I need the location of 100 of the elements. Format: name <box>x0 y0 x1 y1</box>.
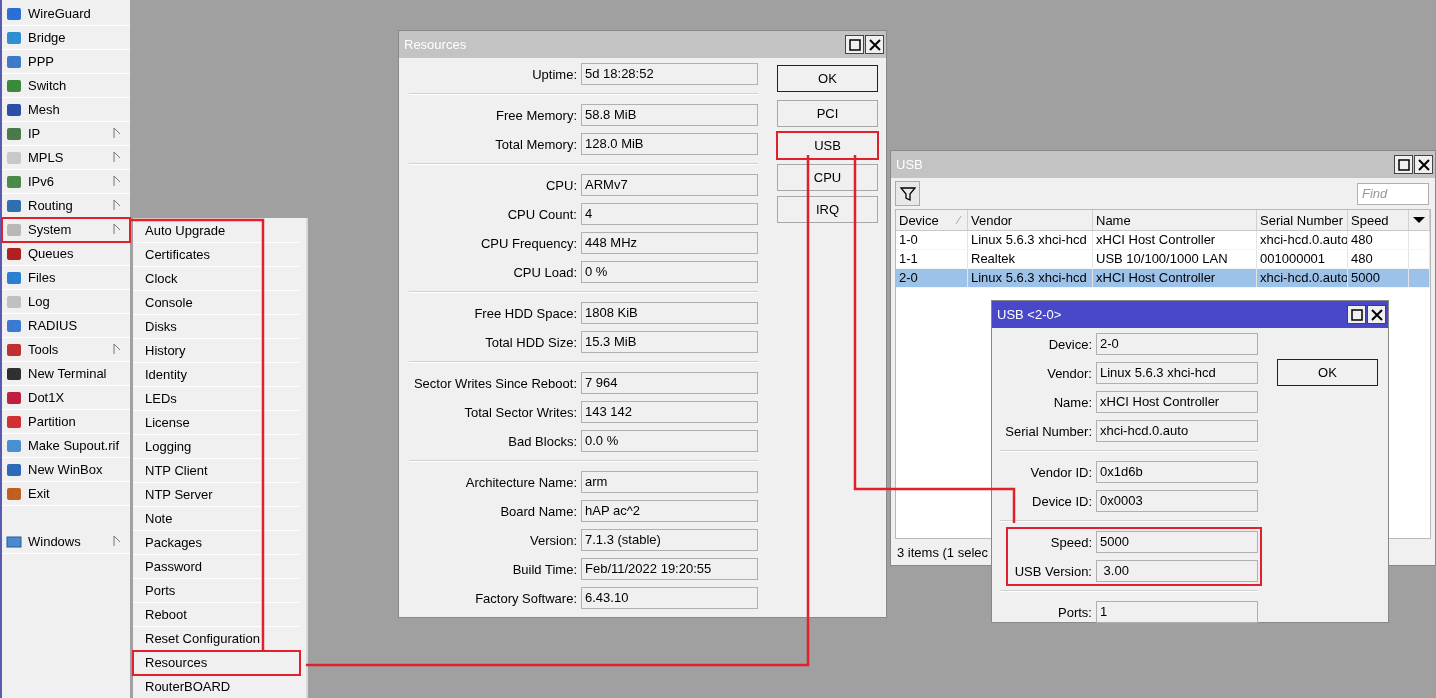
field-label: Speed: <box>1049 534 1092 550</box>
app-icon <box>6 413 22 430</box>
submenu-item[interactable]: Reset Configuration <box>133 627 300 651</box>
submenu-item[interactable]: Identity <box>133 363 300 387</box>
dialog-button[interactable]: OK <box>1277 359 1378 386</box>
value-field[interactable]: Feb/11/2022 19:20:55 <box>581 558 758 580</box>
sidebar-item[interactable]: New Terminal <box>2 362 130 386</box>
sidebar-item[interactable]: Exit <box>2 482 130 506</box>
dialog-button[interactable]: OK <box>777 65 878 92</box>
column-header[interactable]: Serial Number <box>1257 210 1348 230</box>
sidebar-item[interactable]: Files <box>2 266 130 290</box>
submenu-item[interactable]: Ports <box>133 579 300 603</box>
dialog-button[interactable]: CPU <box>777 164 878 191</box>
column-header[interactable]: Speed <box>1348 210 1409 230</box>
value-field[interactable]: xhci-hcd.0.auto <box>1096 420 1258 442</box>
search-field[interactable]: Find <box>1357 182 1429 205</box>
value-field[interactable]: xHCI Host Controller <box>1096 391 1258 413</box>
submenu-item[interactable]: Clock <box>133 267 300 291</box>
value-field[interactable]: 7 964 <box>581 372 758 394</box>
app-icon <box>6 269 22 286</box>
value-field[interactable]: hAP ac^2 <box>581 500 758 522</box>
table-cell: Realtek <box>968 250 1093 268</box>
sidebar-item[interactable]: Dot1X <box>2 386 130 410</box>
submenu-item[interactable]: Packages <box>133 531 300 555</box>
field-label: Vendor ID: <box>1029 464 1092 480</box>
value-field[interactable]: 6.43.10 <box>581 587 758 609</box>
sidebar-item[interactable]: Routing <box>2 194 130 218</box>
sidebar-item[interactable]: New WinBox <box>2 458 130 482</box>
value-field[interactable]: 1808 KiB <box>581 302 758 324</box>
submenu-item[interactable]: Reboot <box>133 603 300 627</box>
submenu-item[interactable]: History <box>133 339 300 363</box>
value-field[interactable]: 0 % <box>581 261 758 283</box>
submenu-item[interactable]: Note <box>133 507 300 531</box>
column-header[interactable]: Device <box>896 210 968 230</box>
value-field[interactable]: 7.1.3 (stable) <box>581 529 758 551</box>
sidebar-item[interactable]: Log <box>2 290 130 314</box>
submenu-item[interactable]: Resources <box>133 651 300 675</box>
maximize-button[interactable] <box>1347 305 1366 324</box>
sidebar-item[interactable]: Queues <box>2 242 130 266</box>
table-row[interactable]: 2-0 Linux 5.6.3 xhci-hcd xHCI Host Controller xhci-hcd.0.auto 5000 <box>896 269 1430 288</box>
sidebar-item[interactable]: Switch <box>2 74 130 98</box>
value-field[interactable]: 128.0 MiB <box>581 133 758 155</box>
dialog-button[interactable]: USB <box>777 132 878 159</box>
close-button[interactable] <box>1367 305 1386 324</box>
value-field[interactable]: 0x0003 <box>1096 490 1258 512</box>
sidebar-item[interactable]: System <box>2 218 130 242</box>
submenu-item[interactable]: NTP Client <box>133 459 300 483</box>
window-icon <box>6 533 22 550</box>
submenu-arrow-icon <box>113 151 121 163</box>
sidebar-item[interactable]: RADIUS <box>2 314 130 338</box>
value-field[interactable]: arm <box>581 471 758 493</box>
value-field[interactable]: 448 MHz <box>581 232 758 254</box>
close-button[interactable] <box>865 35 884 54</box>
value-field[interactable]: 1 <box>1096 601 1258 623</box>
maximize-button[interactable] <box>845 35 864 54</box>
column-header[interactable]: Name <box>1093 210 1257 230</box>
sidebar-item[interactable]: Make Supout.rif <box>2 434 130 458</box>
sidebar-item[interactable]: IP <box>2 122 130 146</box>
sidebar-item[interactable]: PPP <box>2 50 130 74</box>
field-label: Ports: <box>1057 604 1092 620</box>
value-field[interactable]: 5d 18:28:52 <box>581 63 758 85</box>
value-field[interactable]: 3.00 <box>1096 560 1258 582</box>
value-field[interactable]: 5000 <box>1096 531 1258 553</box>
value-field[interactable]: Linux 5.6.3 xhci-hcd <box>1096 362 1258 384</box>
submenu-item[interactable]: LEDs <box>133 387 300 411</box>
value-field[interactable]: 0x1d6b <box>1096 461 1258 483</box>
submenu-item[interactable]: Logging <box>133 435 300 459</box>
table-row[interactable]: 1-0 Linux 5.6.3 xhci-hcd xHCI Host Controller xhci-hcd.0.auto 480 <box>896 231 1430 250</box>
value-field[interactable]: 4 <box>581 203 758 225</box>
sidebar-item[interactable]: WireGuard <box>2 2 130 26</box>
table-cell: USB 10/100/1000 LAN <box>1093 250 1257 268</box>
maximize-button[interactable] <box>1394 155 1413 174</box>
submenu-item[interactable]: Console <box>133 291 300 315</box>
dialog-button[interactable]: IRQ <box>777 196 878 223</box>
filter-button[interactable] <box>895 181 920 206</box>
sidebar-item[interactable]: Tools <box>2 338 130 362</box>
submenu-item[interactable]: License <box>133 411 300 435</box>
sidebar-item[interactable]: Mesh <box>2 98 130 122</box>
dialog-button[interactable]: PCI <box>777 100 878 127</box>
value-field[interactable]: 143 142 <box>581 401 758 423</box>
sidebar-item[interactable]: Partition <box>2 410 130 434</box>
value-field[interactable]: 0.0 % <box>581 430 758 452</box>
close-button[interactable] <box>1414 155 1433 174</box>
submenu-item[interactable]: Certificates <box>133 243 300 267</box>
window-title: Resources <box>404 37 467 52</box>
submenu-item[interactable]: Auto Upgrade <box>133 219 300 243</box>
submenu-item[interactable]: RouterBOARD <box>133 675 300 698</box>
value-field[interactable]: 15.3 MiB <box>581 331 758 353</box>
sidebar-item[interactable]: Windows <box>2 530 130 554</box>
submenu-item[interactable]: NTP Server <box>133 483 300 507</box>
field-label: CPU Load: <box>512 264 577 280</box>
sidebar-item[interactable]: Bridge <box>2 26 130 50</box>
submenu-item[interactable]: Password <box>133 555 300 579</box>
submenu-item[interactable]: Disks <box>133 315 300 339</box>
sidebar-item[interactable]: IPv6 <box>2 170 130 194</box>
value-field[interactable]: ARMv7 <box>581 174 758 196</box>
value-field[interactable]: 2-0 <box>1096 333 1258 355</box>
column-header[interactable]: Vendor <box>968 210 1093 230</box>
value-field[interactable]: 58.8 MiB <box>581 104 758 126</box>
sidebar-item[interactable]: MPLS <box>2 146 130 170</box>
